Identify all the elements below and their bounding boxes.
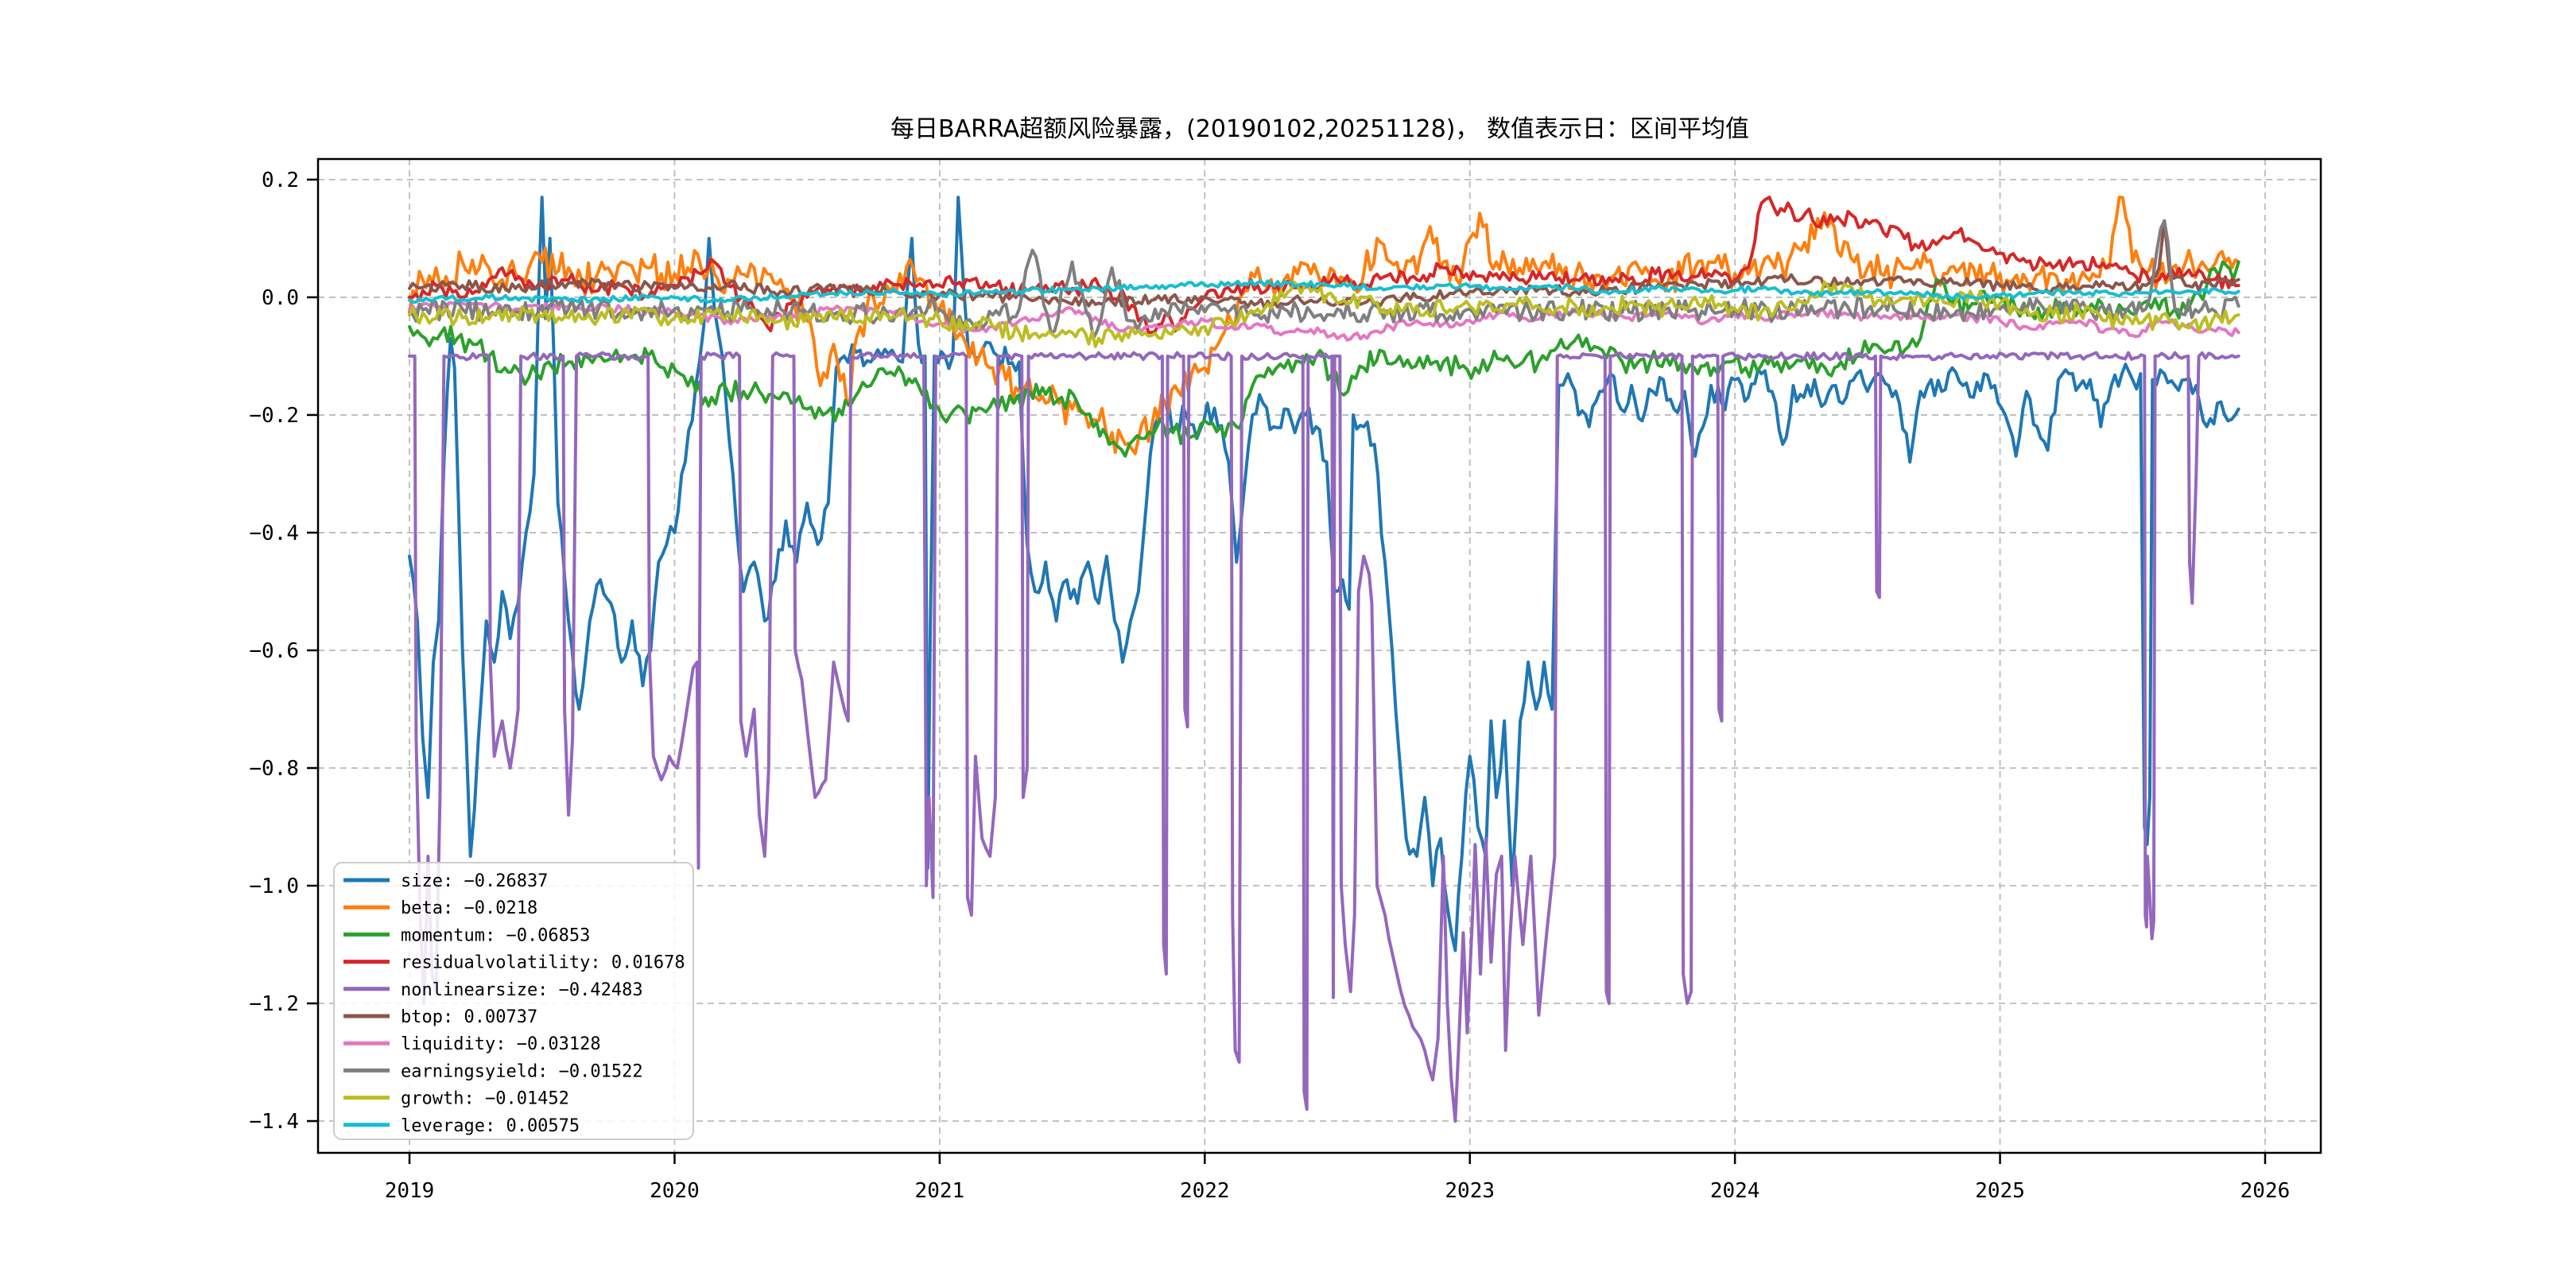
legend-label-beta: beta: −0.0218 (401, 898, 537, 918)
y-tick-label-−0.2: −0.2 (249, 404, 299, 428)
chart-title: 每日BARRA超额风险暴露，(20190102,20251128)， 数值表示日… (890, 115, 1749, 143)
legend-label-nonlinearsize: nonlinearsize: −0.42483 (401, 980, 643, 1000)
legend-label-liquidity: liquidity: −0.03128 (401, 1034, 601, 1054)
legend-label-btop: btop: 0.00737 (401, 1007, 537, 1027)
y-tick-label-−0.4: −0.4 (249, 522, 299, 545)
legend-label-residualvolatility: residualvolatility: 0.01678 (401, 953, 685, 973)
y-tick-label-−1.4: −1.4 (249, 1110, 299, 1134)
legend: size: −0.26837 beta: −0.0218 momentum: −0.… (334, 863, 693, 1139)
y-tick-label-0.2: 0.2 (262, 169, 299, 192)
legend-label-leverage: leverage: 0.00575 (401, 1116, 580, 1136)
x-tick-label-2020: 2020 (650, 1179, 700, 1203)
y-tick-label-−0.8: −0.8 (249, 757, 299, 781)
y-tick-label-−1.0: −1.0 (249, 875, 299, 898)
x-tick-label-2019: 2019 (385, 1179, 435, 1203)
figure-canvas: 每日BARRA超额风险暴露，(20190102,20251128)， 数值表示日… (0, 0, 2576, 1288)
y-tick-label-−1.2: −1.2 (249, 992, 299, 1016)
x-tick-label-2024: 2024 (1710, 1179, 1760, 1203)
y-tick-label-−0.6: −0.6 (249, 639, 299, 663)
x-tick-label-2022: 2022 (1180, 1179, 1230, 1203)
x-tick-label-2026: 2026 (2240, 1179, 2291, 1203)
x-tick-label-2025: 2025 (1975, 1179, 2025, 1203)
x-tick-label-2021: 2021 (915, 1179, 965, 1203)
x-tick-label-2023: 2023 (1445, 1179, 1495, 1203)
legend-label-growth: growth: −0.01452 (401, 1089, 569, 1109)
y-tick-label-0.0: 0.0 (262, 286, 299, 310)
legend-label-momentum: momentum: −0.06853 (401, 925, 590, 945)
legend-label-earningsyield: earningsyield: −0.01522 (401, 1061, 643, 1081)
barra-exposure-chart: 每日BARRA超额风险暴露，(20190102,20251128)， 数值表示日… (0, 0, 2576, 1288)
legend-label-size: size: −0.26837 (401, 871, 548, 891)
